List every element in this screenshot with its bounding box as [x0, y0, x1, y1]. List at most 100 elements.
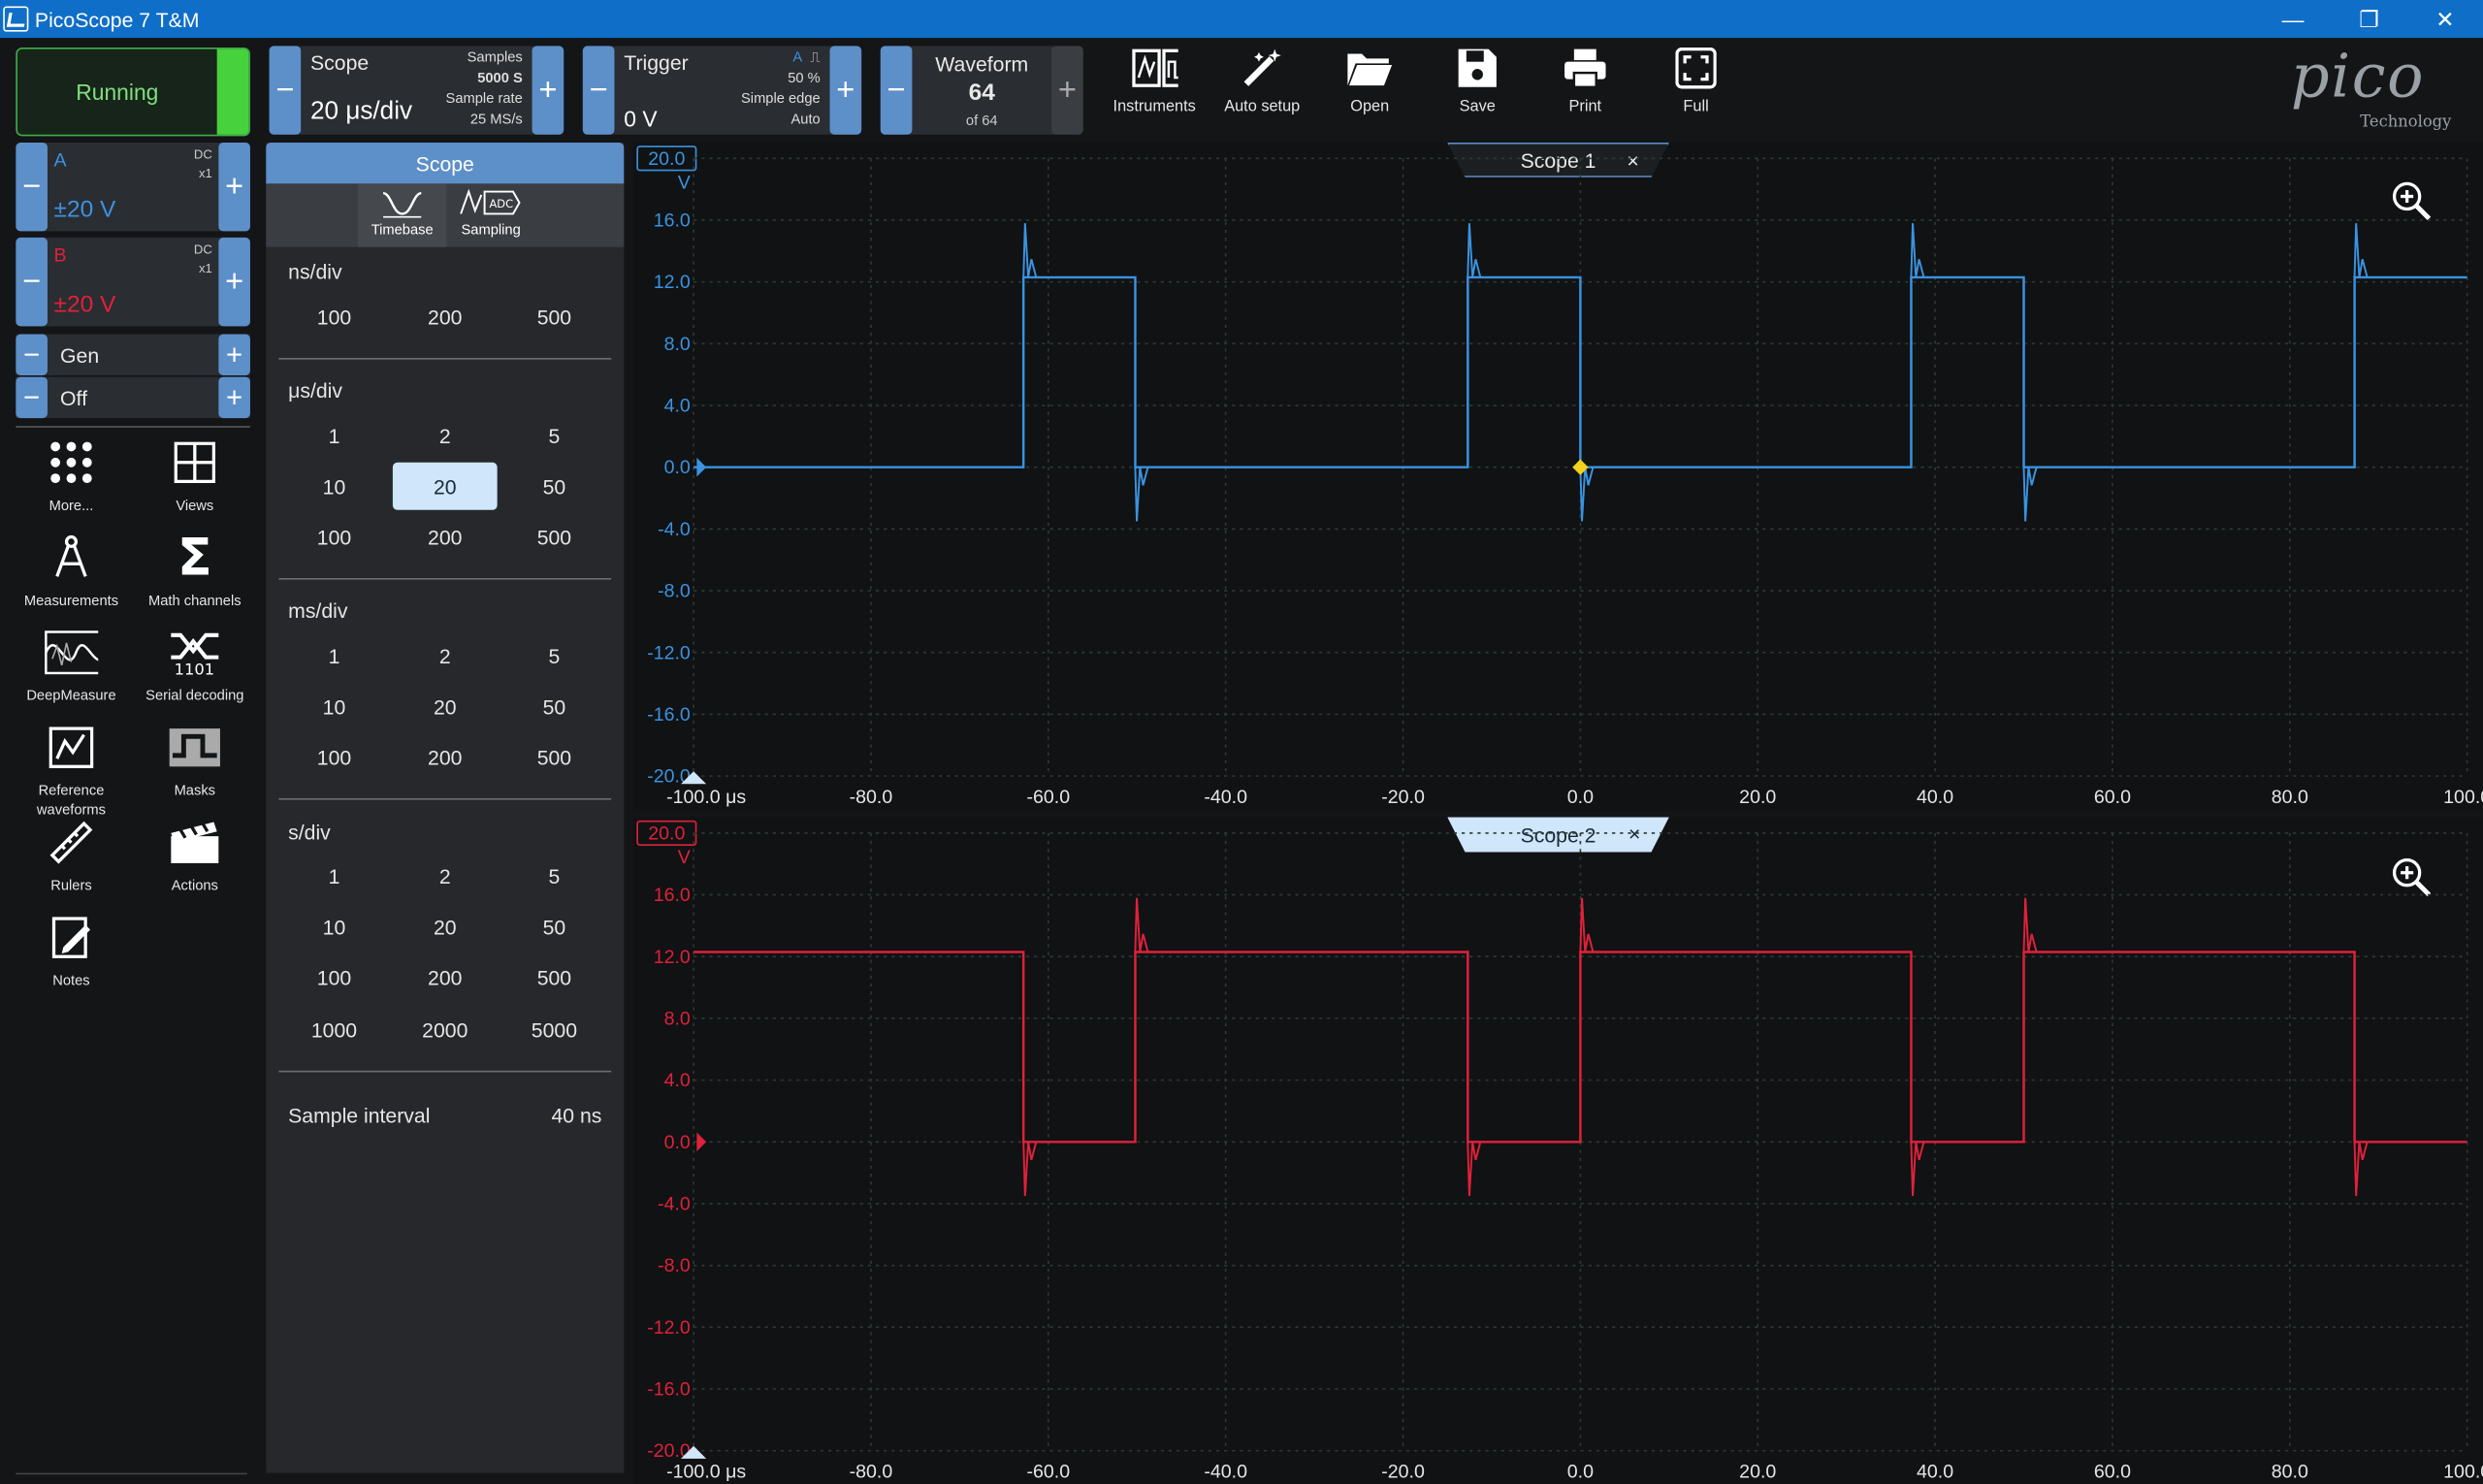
timebase-option[interactable]: 10 [282, 464, 387, 508]
timebase-option[interactable]: 2 [393, 854, 498, 898]
minimize-button[interactable]: — [2255, 0, 2331, 38]
timebase-option[interactable]: 100 [282, 955, 387, 1000]
timebase-option[interactable]: 10 [282, 684, 387, 728]
instruments-button[interactable]: Instruments [1102, 45, 1207, 133]
rulers-button[interactable]: Rulers [16, 816, 126, 895]
scope-2-plot[interactable]: 16.0 12.0 8.0 4.0 0.0 -4.0 -8.0 -12.0 -16.0 -20.0… [633, 818, 2483, 1484]
generator-state-increase[interactable]: + [218, 376, 250, 419]
channel-b-name[interactable]: B [54, 243, 67, 266]
waveform-next-button[interactable]: + [1051, 46, 1083, 135]
timebase-option[interactable]: 200 [393, 515, 498, 560]
sample-rate-value: 25 MS/s [469, 111, 523, 127]
timebase-option[interactable]: 2000 [393, 1008, 498, 1052]
timebase-option[interactable]: 50 [502, 684, 607, 728]
close-window-button[interactable]: ✕ [2407, 0, 2483, 38]
timebase-option[interactable]: 2 [393, 633, 498, 678]
trigger-label: Trigger [624, 50, 689, 75]
trigger-percent: 50 % [788, 69, 821, 86]
more-button[interactable]: More... [16, 436, 126, 515]
masks-button[interactable]: Masks [140, 721, 250, 800]
x-tick-label: 0.0 [1567, 1461, 1594, 1482]
serial-decoding-icon: 1101 [168, 626, 222, 680]
trigger-level[interactable]: 0 V [624, 106, 657, 131]
actions-button[interactable]: Actions [140, 816, 250, 895]
timebase-option[interactable]: 1000 [282, 1008, 387, 1052]
save-label: Save [1459, 98, 1496, 116]
fullscreen-button[interactable]: Full [1644, 45, 1749, 133]
channel-a-range-increase[interactable]: + [218, 142, 250, 232]
wand-icon [1239, 45, 1286, 92]
timebase-option[interactable]: 500 [502, 735, 607, 780]
samples-value: 5000 S [477, 69, 523, 86]
x-tick-label: -40.0 [1204, 1461, 1247, 1482]
scope-2-view[interactable]: Scope 2 × 20.0 V 16.0 12.0 8.0 4.0 0.0 -4.0 -8… [633, 817, 2483, 1484]
timebase-option[interactable]: 200 [393, 735, 498, 780]
waveform-label: Waveform [935, 51, 1029, 77]
timebase-option[interactable]: 100 [282, 515, 387, 560]
timebase-option[interactable]: 5 [502, 413, 607, 458]
timebase-option[interactable]: 20 [393, 904, 498, 949]
timebase-option[interactable]: 5 [502, 633, 607, 678]
generator-control: − Gen + [16, 334, 250, 375]
deepmeasure-button[interactable]: DeepMeasure [16, 626, 126, 705]
window-title: PicoScope 7 T&M [34, 7, 200, 31]
trigger-decrease-button[interactable]: − [582, 46, 615, 135]
timebase-option[interactable]: 2 [393, 413, 498, 458]
reference-waveforms-button[interactable]: Reference waveforms [16, 721, 126, 819]
timebase-option[interactable]: 1 [282, 854, 387, 898]
timebase-option[interactable]: 500 [502, 515, 607, 560]
waveform-previous-button[interactable]: − [880, 46, 913, 135]
channel-b-range-decrease[interactable]: − [16, 237, 48, 327]
timebase-option[interactable]: 100 [282, 735, 387, 780]
generator-label: Gen [60, 343, 100, 368]
open-button[interactable]: Open [1317, 45, 1422, 133]
timebase-option[interactable]: 200 [393, 295, 498, 339]
restore-button[interactable]: ❐ [2331, 0, 2406, 38]
trigger-increase-button[interactable]: + [829, 46, 862, 135]
timebase-option[interactable]: 5000 [502, 1008, 607, 1052]
math-channels-button[interactable]: Σ Math channels [140, 528, 250, 610]
save-button[interactable]: Save [1425, 45, 1530, 133]
auto-setup-button[interactable]: Auto setup [1209, 45, 1314, 133]
timebase-increase-button[interactable]: + [532, 46, 564, 135]
channel-a-name[interactable]: A [54, 148, 67, 171]
timebase-option[interactable]: 500 [502, 295, 607, 339]
timebase-option[interactable]: 50 [502, 464, 607, 508]
measurements-button[interactable]: Measurements [16, 531, 126, 610]
timebase-decrease-button[interactable]: − [269, 46, 302, 135]
channel-b-range-increase[interactable]: + [218, 237, 250, 327]
scope-1-plot[interactable]: 16.0 12.0 8.0 4.0 0.0 -4.0 -8.0 -12.0 -16.0 -20.0… [633, 143, 2483, 811]
tab-timebase[interactable]: Timebase [357, 183, 447, 247]
channel-a-range[interactable]: ±20 V [54, 196, 116, 223]
timebase-option[interactable]: 1 [282, 633, 387, 678]
timebase-option-selected[interactable]: 20 [392, 462, 498, 510]
tab-sampling[interactable]: ADC Sampling [446, 183, 534, 246]
print-button[interactable]: Print [1532, 45, 1637, 133]
views-button[interactable]: Views [140, 436, 250, 515]
timebase-option[interactable]: 1 [282, 413, 387, 458]
y-tick-label: 12.0 [654, 947, 691, 968]
trigger-mode: Auto [790, 111, 821, 127]
waveform-current[interactable]: 64 [912, 80, 1051, 107]
channel-a-range-decrease[interactable]: − [16, 142, 48, 232]
timebase-option[interactable]: 20 [393, 684, 498, 728]
serial-decoding-button[interactable]: 1101 Serial decoding [140, 626, 250, 705]
run-stop-button[interactable]: Running [16, 47, 250, 137]
y-tick-label: -8.0 [658, 1255, 691, 1276]
section-ms-div: ms/div [288, 598, 348, 623]
notes-button[interactable]: Notes [16, 911, 126, 990]
timebase-option[interactable]: 200 [393, 955, 498, 1000]
timebase-option[interactable]: 10 [282, 904, 387, 949]
scope-1-view[interactable]: Scope 1 × 20.0 V 16.0 12.0 8.0 4.0 0.0 -4.0 -8… [633, 142, 2483, 812]
timebase-option[interactable]: 100 [282, 295, 387, 339]
generator-decrease[interactable]: − [16, 334, 48, 375]
timebase-option[interactable]: 5 [502, 854, 607, 898]
timebase-option[interactable]: 50 [502, 904, 607, 949]
timebase-option[interactable]: 500 [502, 955, 607, 1000]
timebase-value[interactable]: 20 μs/div [310, 98, 412, 126]
y-tick-label: 4.0 [664, 396, 691, 417]
channel-b-range[interactable]: ±20 V [54, 291, 116, 318]
edge-ringing [2022, 467, 2038, 522]
generator-increase[interactable]: + [218, 334, 250, 375]
generator-state-decrease[interactable]: − [16, 376, 48, 419]
